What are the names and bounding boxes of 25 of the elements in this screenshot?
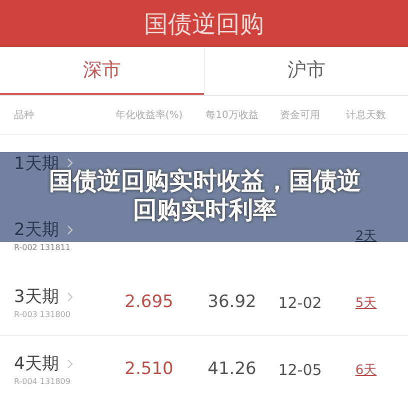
product-code: R-003 131800 — [14, 310, 72, 319]
column-header: 品种 — [14, 108, 35, 122]
days-link[interactable]: 5天 — [355, 296, 377, 311]
term-name[interactable]: 4天期 — [14, 352, 59, 375]
chevron-icon — [66, 358, 73, 368]
date-cell: 12-05 — [278, 360, 322, 378]
days-link[interactable]: 2天 — [355, 229, 377, 244]
rate-cell: 2.510 — [124, 359, 174, 379]
chevron-icon — [66, 292, 73, 302]
product-code: R-004 131809 — [14, 377, 72, 386]
days-link[interactable]: 6天 — [355, 363, 377, 378]
column-header: 计息天数 — [345, 108, 387, 122]
rate-cell: 2.695 — [124, 292, 174, 312]
income-cell: 41.26 — [208, 359, 256, 379]
chevron-icon — [66, 224, 73, 234]
term-name[interactable]: 2天期 — [14, 218, 59, 241]
date-cell: 12-02 — [278, 294, 322, 312]
term-name[interactable]: 3天期 — [14, 285, 59, 308]
column-header: 年化收益率(%) — [114, 108, 184, 122]
chevron-icon — [66, 158, 73, 168]
column-header: 资金可用 — [279, 109, 321, 122]
income-cell: 36.92 — [208, 292, 256, 312]
page-title: 国债逆回购 — [144, 8, 264, 40]
column-header: 每10万收益 — [204, 109, 260, 122]
product-code: R-002 131811 — [14, 243, 72, 252]
